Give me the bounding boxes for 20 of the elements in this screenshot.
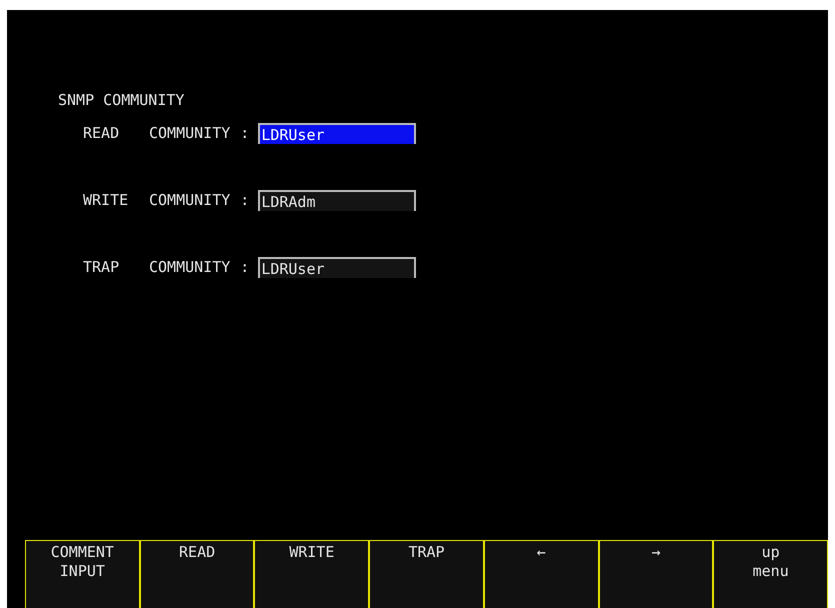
softkey-button[interactable]: TRAP — [369, 540, 484, 608]
field-label: COMMUNITY — [149, 191, 230, 209]
field-name: READ — [83, 124, 120, 142]
field-name: WRITE — [83, 191, 130, 209]
section-title: SNMP COMMUNITY — [58, 90, 184, 111]
softkey-button[interactable]: → — [598, 540, 714, 608]
softkey-button[interactable]: ← — [484, 540, 599, 608]
softkey-button[interactable]: READ — [140, 540, 254, 608]
separator: : — [240, 124, 250, 142]
field-label: COMMUNITY — [149, 258, 230, 276]
separator: : — [240, 191, 250, 209]
input-field[interactable]: LDRUser — [258, 122, 416, 144]
softkey-button[interactable]: WRITE — [254, 540, 370, 608]
field-name: TRAP — [83, 258, 120, 276]
input-field[interactable]: LDRUser — [258, 256, 416, 278]
field-label: COMMUNITY — [149, 124, 230, 142]
softkey-button[interactable]: up menu — [713, 540, 828, 608]
softkey-button[interactable]: COMMENT INPUT — [25, 540, 140, 608]
input-field[interactable]: LDRAdm — [258, 190, 416, 210]
separator: : — [240, 258, 250, 276]
